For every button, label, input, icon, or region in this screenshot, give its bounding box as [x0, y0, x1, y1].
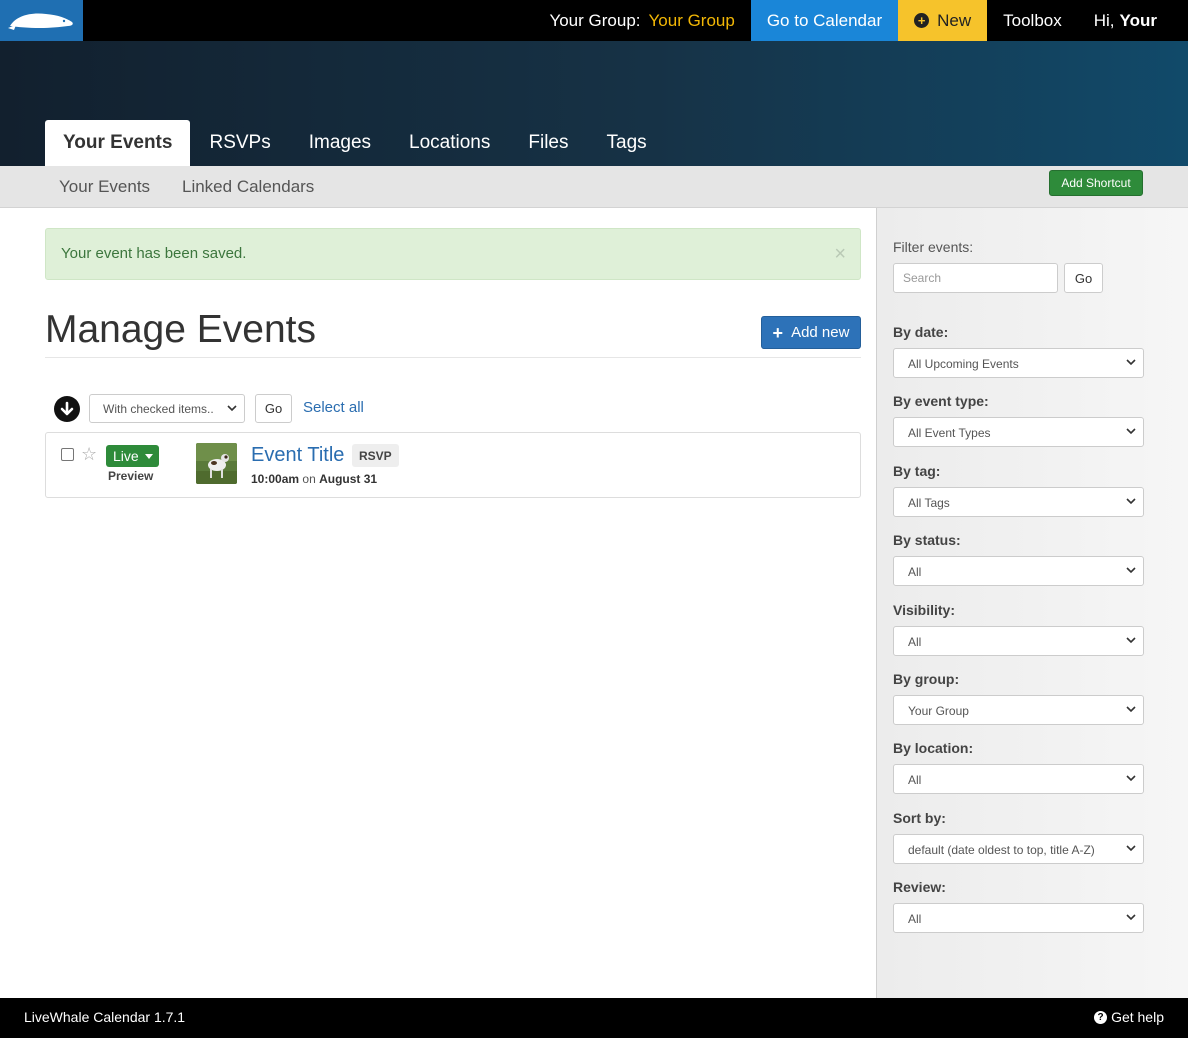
- rsvp-badge: RSVP: [352, 444, 399, 467]
- filter-group-value: Your Group: [908, 704, 969, 718]
- title-divider: [45, 357, 861, 358]
- tab-rsvps[interactable]: RSVPs: [190, 120, 289, 166]
- subnav-your-events[interactable]: Your Events: [59, 177, 150, 197]
- filter-date-select[interactable]: All Upcoming Events: [893, 348, 1144, 378]
- filter-location-select[interactable]: All: [893, 764, 1144, 794]
- filter-type-select[interactable]: All Event Types: [893, 417, 1144, 447]
- filter-events-label: Filter events:: [893, 239, 974, 255]
- chevron-down-icon: [227, 405, 237, 412]
- question-circle-icon: ?: [1094, 1010, 1108, 1024]
- alert-message: Your event has been saved.: [61, 245, 247, 262]
- filter-visibility-select[interactable]: All: [893, 626, 1144, 656]
- search-input[interactable]: Search: [893, 263, 1058, 293]
- filter-tag-label: By tag:: [893, 463, 941, 479]
- chevron-down-icon: [1126, 775, 1136, 782]
- event-time: 10:00am: [251, 472, 300, 486]
- version-text: LiveWhale Calendar 1.7.1: [24, 1009, 186, 1025]
- filter-status-value: All: [908, 565, 922, 579]
- filter-review-label: Review:: [893, 879, 946, 895]
- filter-review-value: All: [908, 912, 922, 926]
- event-on: on: [302, 472, 316, 486]
- filter-tag-value: All Tags: [908, 496, 950, 510]
- subnav-linked-calendars[interactable]: Linked Calendars: [182, 177, 314, 197]
- tab-your-events[interactable]: Your Events: [45, 120, 191, 166]
- new-button-label: New: [937, 10, 972, 30]
- tab-files[interactable]: Files: [509, 120, 587, 166]
- filter-review-select[interactable]: All: [893, 903, 1144, 933]
- event-date: August 31: [319, 472, 378, 486]
- preview-link[interactable]: Preview: [108, 469, 153, 483]
- filter-type-label: By event type:: [893, 393, 989, 409]
- event-datetime: 10:00am on August 31: [251, 472, 377, 486]
- filter-location-value: All: [908, 773, 922, 787]
- tab-tags[interactable]: Tags: [588, 120, 666, 166]
- chevron-down-icon: [1126, 706, 1136, 713]
- user-name: Your: [1119, 10, 1157, 30]
- header-band: Your Events RSVPs Images Locations Files…: [0, 41, 1188, 166]
- sort-by-value: default (date oldest to top, title A-Z): [908, 843, 1095, 857]
- caret-down-icon: [145, 454, 153, 459]
- livewhale-logo[interactable]: [0, 0, 83, 41]
- greeting: Hi,: [1093, 10, 1115, 30]
- group-label: Your Group:: [549, 10, 641, 30]
- add-new-label: Add new: [791, 324, 850, 341]
- event-checkbox[interactable]: [61, 448, 74, 461]
- event-title-link[interactable]: Event Title: [251, 444, 344, 467]
- page-title: Manage Events: [45, 308, 317, 351]
- plus-circle-icon: +: [914, 13, 930, 28]
- filter-status-label: By status:: [893, 532, 961, 548]
- filter-visibility-value: All: [908, 635, 922, 649]
- footer: LiveWhale Calendar 1.7.1 ? Get help: [0, 998, 1188, 1038]
- go-to-calendar-link[interactable]: Go to Calendar: [750, 0, 899, 41]
- close-icon[interactable]: ×: [834, 243, 846, 266]
- filter-sidebar: Filter events: Search Go By date: All Up…: [876, 208, 1188, 998]
- new-button[interactable]: + New: [898, 0, 988, 41]
- chevron-down-icon: [1126, 845, 1136, 852]
- chevron-down-icon: [1126, 359, 1136, 366]
- top-bar: Your Group: Your Group Go to Calendar + …: [0, 0, 1188, 41]
- whale-icon: [7, 13, 73, 30]
- main-tabs: Your Events RSVPs Images Locations Files…: [45, 120, 666, 166]
- plus-icon: +: [772, 322, 784, 343]
- status-label: Live: [113, 448, 139, 464]
- sub-nav: Your Events Linked Calendars: [0, 166, 1188, 208]
- chevron-down-icon: [1126, 567, 1136, 574]
- group-switcher[interactable]: Your Group: [649, 0, 751, 41]
- event-thumbnail[interactable]: [196, 443, 237, 484]
- add-new-button[interactable]: + Add new: [761, 316, 861, 349]
- search-go-button[interactable]: Go: [1064, 263, 1103, 293]
- filter-status-select[interactable]: All: [893, 556, 1144, 586]
- filter-visibility-label: Visibility:: [893, 602, 955, 618]
- arrow-down-circle-icon: [54, 396, 80, 422]
- bulk-action-select[interactable]: With checked items..: [89, 394, 245, 423]
- filter-date-value: All Upcoming Events: [908, 357, 1019, 371]
- get-help-link[interactable]: ? Get help: [1094, 1009, 1164, 1025]
- add-shortcut-button[interactable]: Add Shortcut: [1049, 170, 1143, 196]
- toolbox-menu[interactable]: Toolbox: [987, 0, 1078, 41]
- filter-type-value: All Event Types: [908, 426, 991, 440]
- chevron-down-icon: [1126, 498, 1136, 505]
- chevron-down-icon: [1126, 428, 1136, 435]
- bulk-go-button[interactable]: Go: [255, 394, 292, 423]
- filter-group-select[interactable]: Your Group: [893, 695, 1144, 725]
- bulk-action-value: With checked items..: [103, 402, 214, 416]
- get-help-label: Get help: [1111, 1009, 1164, 1025]
- filter-location-label: By location:: [893, 740, 974, 756]
- filter-group-label: By group:: [893, 671, 960, 687]
- sort-by-label: Sort by:: [893, 810, 946, 826]
- sort-by-select[interactable]: default (date oldest to top, title A-Z): [893, 834, 1144, 864]
- top-nav: Your Group: Your Group Go to Calendar + …: [533, 0, 1188, 41]
- star-icon[interactable]: ☆: [81, 444, 97, 465]
- user-menu[interactable]: Hi, Your: [1078, 0, 1188, 41]
- tab-images[interactable]: Images: [290, 120, 390, 166]
- status-dropdown[interactable]: Live: [106, 445, 159, 467]
- chevron-down-icon: [1126, 914, 1136, 921]
- chevron-down-icon: [1126, 637, 1136, 644]
- success-alert: Your event has been saved. ×: [45, 228, 861, 280]
- event-row: ☆ Live Preview Event Title RSVP 10:00am …: [45, 432, 861, 498]
- filter-tag-select[interactable]: All Tags: [893, 487, 1144, 517]
- select-all-link[interactable]: Select all: [303, 399, 364, 416]
- filter-date-label: By date:: [893, 324, 949, 340]
- tab-locations[interactable]: Locations: [390, 120, 509, 166]
